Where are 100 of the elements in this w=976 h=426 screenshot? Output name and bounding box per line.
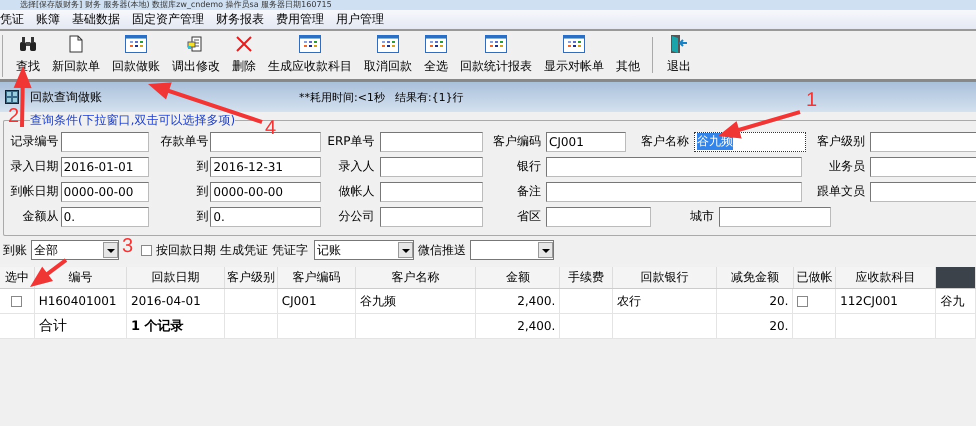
column-header[interactable]: 回款日期 <box>126 267 226 288</box>
menu-item[interactable]: 财务报表 <box>210 11 270 28</box>
text-field[interactable]: 0000-00-00 <box>60 182 150 202</box>
window-icon <box>5 90 19 104</box>
toolbar-button[interactable]: 退出 <box>661 33 697 79</box>
text-field[interactable] <box>60 132 150 152</box>
column-header[interactable]: 客户名称 <box>356 267 476 288</box>
field-label: 录入日期 <box>10 158 60 175</box>
table-cell: 112CJ001 <box>840 294 898 308</box>
grid-icon <box>485 34 507 52</box>
column-header[interactable] <box>936 267 976 288</box>
column-header[interactable]: 回款银行 <box>612 267 718 288</box>
table-cell: 2016-04-01 <box>130 294 201 308</box>
text-field[interactable] <box>380 156 483 176</box>
table-cell: H160401001 <box>38 294 117 308</box>
dropdown[interactable] <box>470 240 554 260</box>
exit-door-icon <box>669 34 689 54</box>
grid-icon <box>125 34 147 52</box>
text-field[interactable] <box>870 156 976 176</box>
row-checkbox[interactable] <box>797 296 808 306</box>
menu-item[interactable]: 基础数据 <box>66 11 126 28</box>
field-label: 做帐人 <box>338 183 376 200</box>
toolbar-button[interactable]: 显示对帐单 <box>538 33 610 79</box>
field-label: 备注 <box>516 183 542 200</box>
column-header[interactable]: 金额 <box>476 267 560 288</box>
text-field[interactable] <box>719 206 831 226</box>
delete-icon <box>235 34 253 52</box>
text-field[interactable] <box>380 182 483 202</box>
text-field[interactable] <box>546 206 651 226</box>
checkbox[interactable] <box>141 244 152 256</box>
column-header[interactable]: 手续费 <box>560 267 613 288</box>
field-label: ERP单号 <box>326 133 376 150</box>
column-header[interactable]: 减免金额 <box>717 267 794 288</box>
toolbar-button[interactable]: 其他 <box>610 33 646 79</box>
toolbar-button[interactable]: 取消回款 <box>358 33 418 79</box>
table-cell: 农行 <box>616 292 641 310</box>
text-field[interactable] <box>380 132 483 152</box>
binoculars-icon <box>19 36 37 52</box>
result-count: 结果有:{1}行 <box>394 90 464 104</box>
table-cell: 2,400. <box>517 294 556 308</box>
field-label: 到 <box>195 158 210 175</box>
toolbar-button[interactable]: 回款做账 <box>106 33 166 79</box>
text-field[interactable]: 0000-00-00 <box>210 182 322 202</box>
field-label: 分公司 <box>338 208 376 225</box>
field-label: 存款单号 <box>159 133 210 150</box>
toolbar-button[interactable]: 删除 <box>226 33 262 79</box>
toolbar-button[interactable]: 调出修改 <box>166 33 226 79</box>
field-label: 金额从 <box>22 208 60 225</box>
dropdown[interactable]: 记账 <box>314 240 414 260</box>
table-cell: 合计 <box>38 317 67 335</box>
column-header[interactable]: 已做帐 <box>794 267 836 288</box>
text-field[interactable] <box>870 132 976 152</box>
field-label: 客户级别 <box>816 133 866 150</box>
table-cell: 20. <box>769 294 788 308</box>
text-field[interactable] <box>380 206 483 226</box>
menu-item[interactable]: 费用管理 <box>270 11 330 28</box>
grid-icon <box>299 34 321 52</box>
field-label: 省区 <box>516 208 542 225</box>
annotation-arrow <box>30 258 68 287</box>
query-group-legend: 查询条件(下拉窗口,双击可以选择多项) <box>30 112 236 129</box>
grid-icon <box>377 34 399 52</box>
dropdown[interactable]: 全部 <box>31 240 119 260</box>
field-label: 客户名称 <box>640 133 690 150</box>
window-title: 选择[保存版财务] 财务 服务器(本地) 数据库zw_cndemo 操作员sa 服务器日期160715 <box>20 0 332 10</box>
field-label: 记录编号 <box>10 133 60 150</box>
filter-label: 微信推送 <box>418 242 466 258</box>
field-label: 城市 <box>689 208 715 225</box>
menu-item[interactable]: 固定资产管理 <box>126 11 210 28</box>
table-cell: 谷九 <box>940 292 964 310</box>
menu-item[interactable]: 凭证 <box>0 11 30 28</box>
toolbar-button[interactable]: 生成应收款科目 <box>262 33 358 79</box>
field-label: 录入人 <box>338 158 376 175</box>
toolbar-button[interactable]: 新回款单 <box>46 33 106 79</box>
text-field[interactable] <box>546 182 802 202</box>
field-label: 到 <box>195 183 210 200</box>
page-icon <box>69 34 83 52</box>
annotation-number: 1 <box>806 90 818 110</box>
filter-label: 凭证字 <box>272 242 308 258</box>
toolbar-button[interactable]: 全选 <box>418 33 454 79</box>
grid-icon <box>563 34 585 52</box>
text-field[interactable]: CJ001 <box>546 132 626 152</box>
table-cell: 谷九频 <box>360 292 396 310</box>
text-field[interactable]: 2016-12-31 <box>210 156 322 176</box>
field-label: 客户编码 <box>493 133 542 150</box>
text-field[interactable]: 0. <box>60 206 150 226</box>
menu-item[interactable]: 用户管理 <box>330 11 390 28</box>
text-field[interactable]: 0. <box>210 206 322 226</box>
checkbox-label: 按回款日期 生成凭证 <box>156 242 268 258</box>
elapsed-time: **耗用时间:<1秒 <box>299 90 385 104</box>
menu-item[interactable]: 账簿 <box>30 11 66 28</box>
field-label: 跟单文员 <box>816 183 866 200</box>
text-field[interactable] <box>870 182 976 202</box>
row-checkbox[interactable] <box>11 296 22 306</box>
field-label: 到帐日期 <box>10 183 60 200</box>
column-header[interactable]: 客户编码 <box>278 267 356 288</box>
text-field[interactable]: 2016-01-01 <box>60 156 150 176</box>
annotation-number: 2 <box>8 106 20 126</box>
column-header[interactable]: 客户级别 <box>225 267 278 288</box>
text-field[interactable] <box>546 156 802 176</box>
toolbar-button[interactable]: 回款统计报表 <box>454 33 538 79</box>
